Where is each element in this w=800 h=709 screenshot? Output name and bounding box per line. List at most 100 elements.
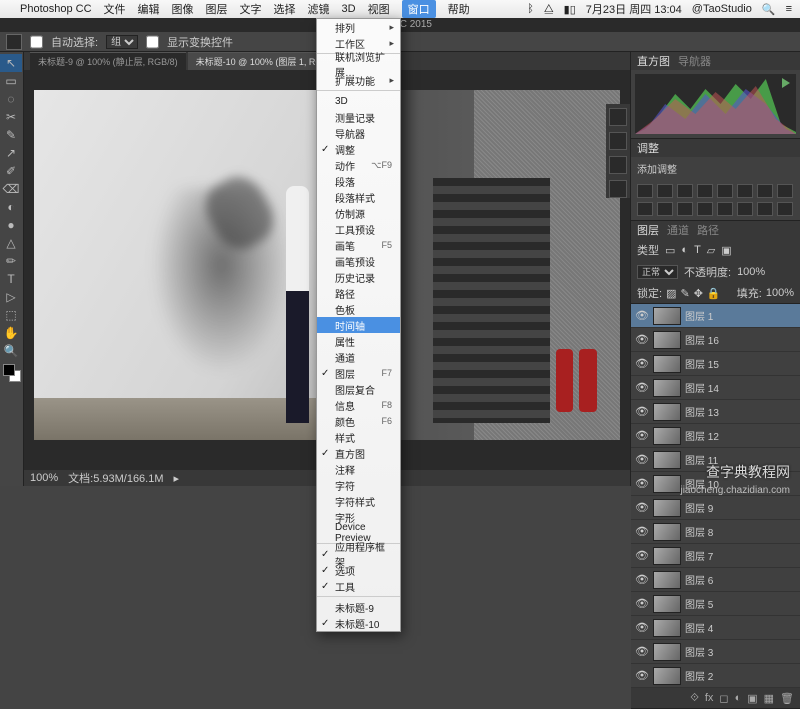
bluetooth-icon[interactable]: ᛒ [527, 3, 534, 15]
visibility-icon[interactable]: 👁 [635, 453, 649, 466]
visibility-icon[interactable]: 👁 [635, 621, 649, 634]
layer-row[interactable]: 👁图层 5 [631, 592, 800, 616]
wifi-icon[interactable]: ⧋ [544, 3, 554, 16]
tool-0[interactable]: ↖ [0, 54, 22, 72]
tool-8[interactable]: ◐ [0, 198, 22, 216]
tab-layers[interactable]: 图层 [637, 222, 659, 238]
layer-thumb[interactable] [653, 571, 681, 589]
filter-type-icon[interactable]: T [694, 244, 701, 256]
tool-16[interactable]: 🔍 [0, 342, 22, 360]
layer-row[interactable]: 👁图层 3 [631, 640, 800, 664]
tool-2[interactable]: ◌ [0, 90, 22, 108]
group-icon[interactable]: ▣ [747, 692, 757, 705]
panel-icon-4[interactable] [609, 180, 627, 198]
menu-item[interactable]: ✓工具 [317, 578, 400, 594]
doc-size[interactable]: 文档:5.93M/166.1M [68, 470, 163, 486]
layer-thumb[interactable] [653, 331, 681, 349]
menu-item[interactable]: 路径 [317, 285, 400, 301]
menu-image[interactable]: 图像 [172, 1, 194, 17]
tool-9[interactable]: ● [0, 216, 22, 234]
opacity-value[interactable]: 100% [737, 266, 765, 278]
layer-thumb[interactable] [653, 619, 681, 637]
tool-10[interactable]: △ [0, 234, 22, 252]
blend-mode-dropdown[interactable]: 正常 [637, 265, 678, 279]
visibility-icon[interactable]: 👁 [635, 549, 649, 562]
menu-select[interactable]: 选择 [274, 1, 296, 17]
menu-item[interactable]: ✓未标题-10 [317, 615, 400, 631]
visibility-icon[interactable]: 👁 [635, 477, 649, 490]
menu-filter[interactable]: 滤镜 [308, 1, 330, 17]
battery-icon[interactable]: ▮▯ [564, 3, 576, 16]
tool-4[interactable]: ✎ [0, 126, 22, 144]
tool-1[interactable]: ▭ [0, 72, 22, 90]
menu-item[interactable]: ✓选项 [317, 562, 400, 578]
layer-row[interactable]: 👁图层 15 [631, 352, 800, 376]
layer-row[interactable]: 👁图层 2 [631, 664, 800, 688]
menu-item[interactable]: Device Preview [317, 525, 400, 541]
menu-item[interactable]: 颜色F6 [317, 413, 400, 429]
adj-invert-icon[interactable] [697, 202, 713, 216]
menu-item[interactable]: 仿制源 [317, 205, 400, 221]
layer-thumb[interactable] [653, 403, 681, 421]
menu-3d[interactable]: 3D [342, 3, 356, 15]
visibility-icon[interactable]: 👁 [635, 429, 649, 442]
mask-icon[interactable]: ◻ [719, 692, 728, 705]
menu-item[interactable]: 3D [317, 93, 400, 109]
visibility-icon[interactable]: 👁 [635, 501, 649, 514]
doc-tab[interactable]: 未标题-9 @ 100% (静止层, RGB/8) [30, 52, 186, 70]
layer-thumb[interactable] [653, 523, 681, 541]
tool-7[interactable]: ⌫ [0, 180, 22, 198]
link-icon[interactable]: ⟐ [690, 692, 699, 705]
menu-item[interactable]: 字符样式 [317, 493, 400, 509]
layer-thumb[interactable] [653, 547, 681, 565]
adj-colorbal-icon[interactable] [757, 184, 773, 198]
layer-row[interactable]: 👁图层 8 [631, 520, 800, 544]
menu-item[interactable]: 扩展功能 [317, 72, 400, 88]
menu-item[interactable]: 色板 [317, 301, 400, 317]
fill-adj-icon[interactable]: ◐ [735, 692, 742, 704]
trash-icon[interactable]: 🗑 [780, 692, 794, 705]
menu-item[interactable]: 段落样式 [317, 189, 400, 205]
visibility-icon[interactable]: 👁 [635, 309, 649, 322]
status-arrow-icon[interactable]: ▸ [174, 472, 180, 485]
visibility-icon[interactable]: 👁 [635, 333, 649, 346]
layer-row[interactable]: 👁图层 4 [631, 616, 800, 640]
menu-item[interactable]: 历史记录 [317, 269, 400, 285]
menu-view[interactable]: 视图 [368, 1, 390, 17]
layer-row[interactable]: 👁图层 16 [631, 328, 800, 352]
adj-photo-icon[interactable] [637, 202, 653, 216]
menu-item[interactable]: 工具预设 [317, 221, 400, 237]
layer-row[interactable]: 👁图层 7 [631, 544, 800, 568]
adj-exposure-icon[interactable] [697, 184, 713, 198]
adj-selcolor-icon[interactable] [777, 202, 793, 216]
layer-thumb[interactable] [653, 451, 681, 469]
tool-12[interactable]: T [0, 270, 22, 288]
adj-mixer-icon[interactable] [657, 202, 673, 216]
tool-13[interactable]: ▷ [0, 288, 22, 306]
menu-item[interactable]: 时间轴 [317, 317, 400, 333]
menu-help[interactable]: 帮助 [448, 1, 470, 17]
spotlight-icon[interactable]: 🔍 [762, 3, 776, 16]
menu-item[interactable]: 测量记录 [317, 109, 400, 125]
visibility-icon[interactable]: 👁 [635, 669, 649, 682]
layer-thumb[interactable] [653, 595, 681, 613]
menu-icon[interactable]: ≡ [786, 3, 792, 15]
tool-14[interactable]: ⬚ [0, 306, 22, 324]
lock-pixel-icon[interactable]: ✎ [680, 287, 689, 300]
move-tool-icon[interactable] [6, 34, 22, 50]
tab-histogram[interactable]: 直方图 [637, 53, 670, 69]
filter-adj-icon[interactable]: ◐ [681, 244, 688, 256]
filter-smart-icon[interactable]: ▣ [721, 244, 731, 257]
menu-window[interactable]: 窗口 [402, 0, 436, 18]
play-icon[interactable] [782, 78, 790, 88]
menu-layer[interactable]: 图层 [206, 1, 228, 17]
menu-item[interactable]: 动作⌥F9 [317, 157, 400, 173]
layer-row[interactable]: 👁图层 1 [631, 304, 800, 328]
adj-curves-icon[interactable] [677, 184, 693, 198]
menu-item[interactable]: 段落 [317, 173, 400, 189]
tab-navigator[interactable]: 导航器 [678, 53, 711, 69]
layer-row[interactable]: 👁图层 14 [631, 376, 800, 400]
color-swatch[interactable] [3, 364, 21, 382]
tool-15[interactable]: ✋ [0, 324, 22, 342]
layer-thumb[interactable] [653, 307, 681, 325]
